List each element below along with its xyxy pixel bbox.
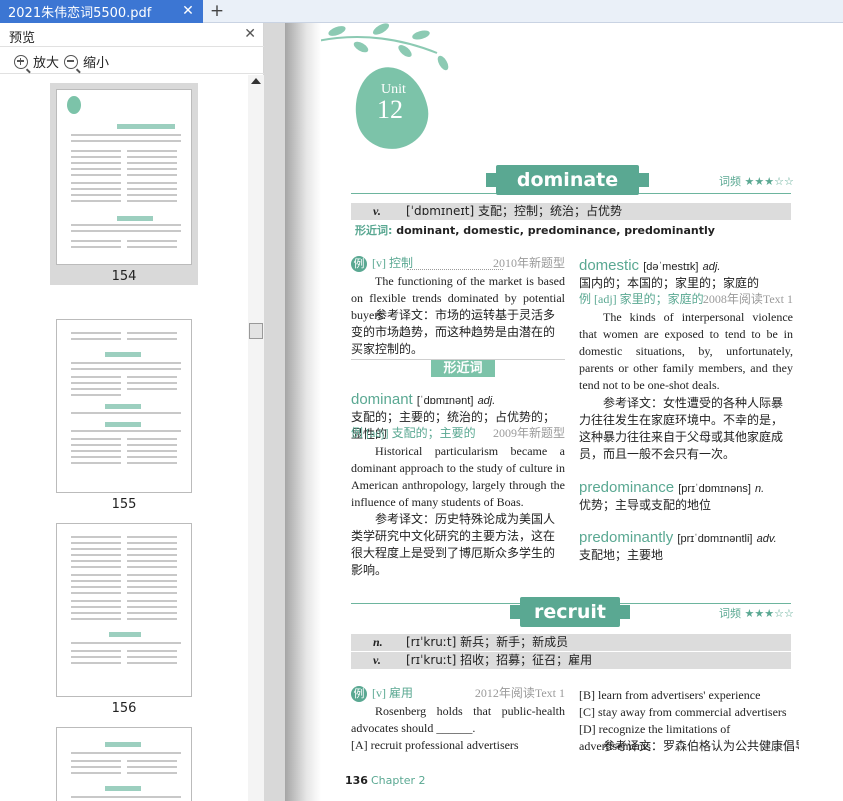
new-tab-button[interactable]: + [208,1,226,21]
sidebar-title: 预览 [9,31,36,46]
example-tag: [v] 控制 [372,256,413,270]
domestic-definition: 国内的；本国的；家里的；家庭的 [579,276,760,290]
definition: [ˈdɒmɪneɪt] 支配；控制；统治；占优势 [406,204,623,218]
headword: domestic [579,257,640,274]
tab-bar: 2021朱伟恋词5500.pdf ✕ + [0,0,843,23]
pos-label: adj. [477,395,496,407]
option-c: [C] stay away from commercial advertiser… [579,705,787,719]
frequency-rating: 词频 ★★★☆☆ [719,175,794,188]
example-badge: 例 [351,256,367,272]
page-thumbnail-154[interactable] [56,89,192,265]
domestic-translation: 参考译文：女性遭受的各种人际暴力往往发生在家庭环境中。不幸的是，这种暴力往往来自… [579,395,793,463]
close-icon[interactable]: ✕ [181,3,195,19]
headword: predominantly [579,529,674,546]
zoom-in-label: 放大 [33,56,60,71]
page-thumbnail-156[interactable] [56,523,192,697]
translation-label: 参考译文： [603,396,664,410]
example-tag: [adj] 支配的；主要的 [366,426,476,440]
sidebar-header: 预览 ✕ [0,23,264,47]
zoom-out-label: 缩小 [83,56,110,71]
page-thumbnail-155[interactable] [56,319,192,493]
headword-dominant: dominant [ˈdɒmɪnənt] adj. [351,391,565,408]
example-badge: 例 [351,686,367,702]
dominant-english: Historical particularism became a domina… [351,444,565,509]
headword: predominance [579,479,675,496]
pos-label: adv. [756,533,777,545]
headword-domestic: domestic [dəˈmestɪk] adj. [579,257,793,274]
zoom-toolbar: 放大 缩小 [0,48,264,74]
page-number-155: 155 [111,497,137,512]
word-banner-recruit: recruit [510,597,630,627]
scrollbar-thumb[interactable] [249,323,263,339]
translation-label: 参考译文： [375,308,436,322]
definition-row-verb: v. [rɪˈkruːt] 招收；招募；征召；雇用 [351,652,791,669]
example-source: 2012年阅读Text 1 [474,686,565,700]
definition-row-noun: n. [rɪˈkruːt] 新兵；新手；新成员 [351,634,791,651]
page-thumbnail-157[interactable] [56,727,192,801]
zoom-in-icon [14,54,28,69]
definition: [rɪˈkruːt] 新兵；新手；新成员 [406,635,569,649]
headword-predominantly: predominantly [prɪˈdɒmɪnəntli] adv. [579,529,793,546]
frequency-rating-2: 词频 ★★★☆☆ [719,607,794,620]
similar-words-label: 形近词: [355,224,393,237]
domestic-example-header: 例 [adj] 家里的；家庭的 2008年阅读Text 1 [579,291,793,308]
part-of-speech: n. [373,635,383,649]
predominance-definition: 优势；主导或支配的地位 [579,498,712,512]
tab-title: 2021朱伟恋词5500.pdf [8,6,152,21]
dotted-rule [407,269,503,270]
example-2-translation: 参考译文：罗森伯格认为公共健康倡导 [603,739,799,753]
example-2-question: Rosenberg holds that public-health advoc… [351,704,565,735]
zoom-out-button[interactable]: 缩小 [64,52,109,71]
example-source: 2008年阅读Text 1 [702,292,793,306]
headword: dominant [351,391,413,408]
option-a: [A] recruit professional advertisers [351,738,519,752]
page-gutter-shadow [285,23,321,801]
translation-label: 参考译文： [375,512,436,526]
footer-chapter: Chapter 2 [371,774,426,787]
definition: [rɪˈkruːt] 招收；招募；征召；雇用 [406,653,593,667]
xingjin-banner: 形近词 [431,360,495,377]
dominant-example-header: 例 [adj] 支配的；主要的 2009年新题型 [351,425,565,442]
definition-row: v. [ˈdɒmɪneɪt] 支配；控制；统治；占优势 [351,203,791,220]
page-number-154: 154 [111,269,137,284]
unit-number: 12 [377,95,403,124]
example-source: 2009年新题型 [492,426,565,440]
example-tag: [adj] 家里的；家庭的 [594,292,704,306]
zoom-out-icon [64,54,78,69]
dominant-translation: 参考译文：历史特殊论成为美国人类学研究中文化研究的主要方法，这在很大程度上是受到… [351,511,565,579]
headword-predominance: predominance [prɪˈdɒmɪnəns] n. [579,479,793,496]
pdf-page: Unit 12 dominate 词频 ★★★☆☆ v. [ˈdɒmɪneɪt]… [285,23,843,801]
similar-words: 形近词: dominant, domestic, predominance, p… [355,222,715,238]
word-banner-dominate: dominate [486,165,649,195]
example-tag: [v] 雇用 [372,686,413,700]
example-source: 2010年新题型 [492,256,565,270]
document-tab[interactable]: 2021朱伟恋词5500.pdf ✕ [0,0,203,23]
preview-sidebar: 预览 ✕ 放大 缩小 154 155 156 [0,23,264,801]
domestic-english: The kinds of interpersonal violence that… [579,310,793,392]
option-b: [B] learn from advertisers' experience [579,688,761,702]
example-1-translation: 参考译文：市场的运转基于灵活多变的市场趋势，而这种趋势是由潜在的买家控制的。 [351,307,565,358]
example-badge: 例 [579,292,592,306]
sidebar-scrollbar[interactable] [248,75,264,801]
predominantly-definition: 支配地；主要地 [579,548,664,562]
document-viewer[interactable]: Unit 12 dominate 词频 ★★★☆☆ v. [ˈdɒmɪneɪt]… [264,23,843,801]
part-of-speech: v. [373,653,381,667]
pos-label: n. [755,483,765,495]
phonetic: [prɪˈdɒmɪnəns] [678,483,751,495]
thumbnail-list: 154 155 156 [0,75,248,801]
scroll-up-icon[interactable] [251,78,261,84]
phonetic: [ˈdɒmɪnənt] [416,395,474,407]
sidebar-close-icon[interactable]: ✕ [244,26,256,42]
footer-page-number: 136 [345,774,368,787]
page-number-156: 156 [111,701,137,716]
phonetic: [dəˈmestɪk] [643,261,699,273]
zoom-in-button[interactable]: 放大 [14,52,59,71]
example-badge: 例 [351,426,364,440]
similar-words-list: dominant, domestic, predominance, predom… [396,224,715,237]
part-of-speech: v. [373,204,381,218]
pos-label: adj. [702,261,721,273]
phonetic: [prɪˈdɒmɪnəntli] [677,533,753,545]
example-2-header: 例 [v] 雇用 2012年阅读Text 1 [351,685,565,702]
